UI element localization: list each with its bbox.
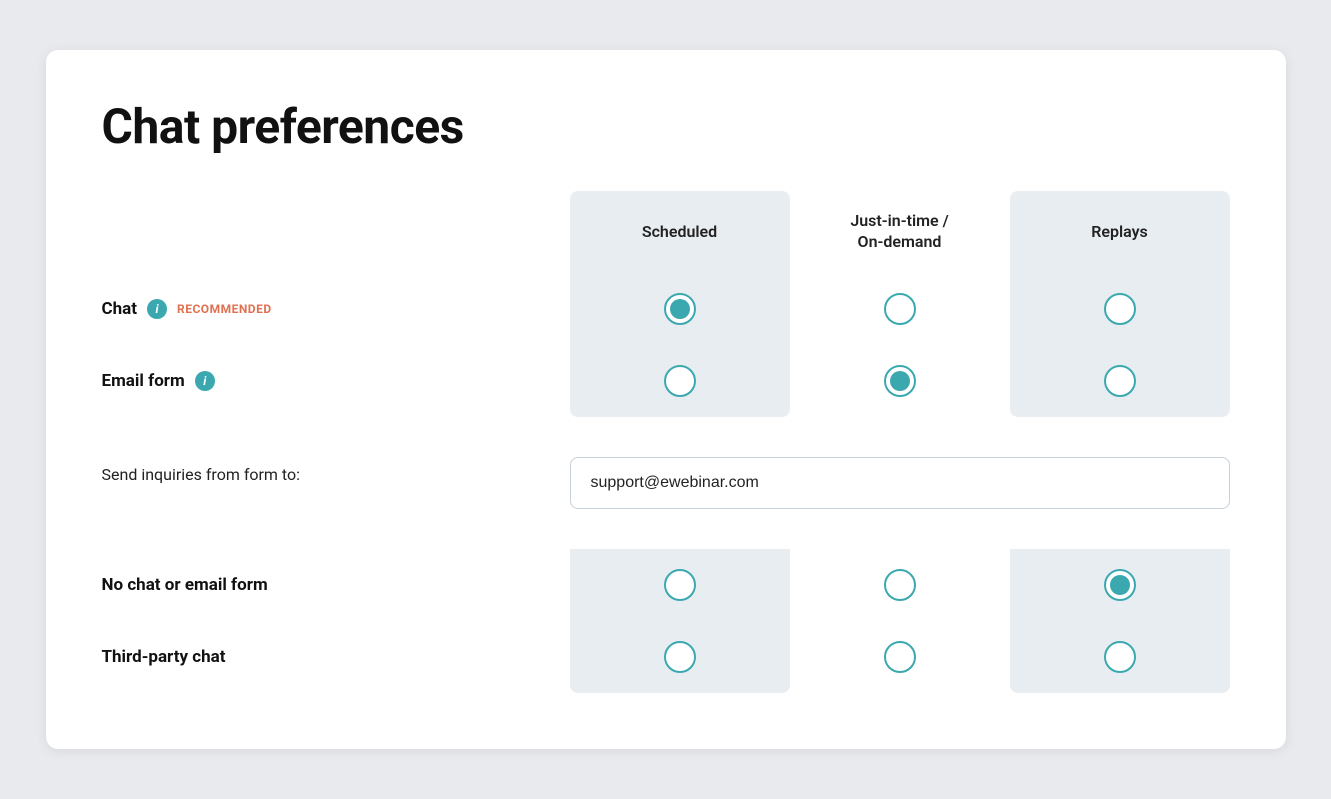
third-party-jit-cell bbox=[790, 621, 1010, 693]
third-party-replays-cell bbox=[1010, 621, 1230, 693]
no-chat-replays-cell bbox=[1010, 549, 1230, 621]
recommended-badge: RECOMMENDED bbox=[177, 302, 272, 316]
chat-scheduled-cell bbox=[570, 273, 790, 345]
email-input[interactable] bbox=[570, 457, 1230, 509]
email-form-row-label: Email form i bbox=[102, 345, 570, 417]
email-replays-cell bbox=[1010, 345, 1230, 417]
no-chat-label-text: No chat or email form bbox=[102, 575, 268, 595]
third-party-scheduled-radio[interactable] bbox=[664, 641, 696, 673]
email-form-label-text: Email form bbox=[102, 371, 185, 391]
third-party-label-text: Third-party chat bbox=[102, 647, 226, 667]
no-chat-jit-cell bbox=[790, 549, 1010, 621]
no-chat-scheduled-cell bbox=[570, 549, 790, 621]
chat-label-text: Chat bbox=[102, 299, 138, 319]
email-input-wrapper bbox=[570, 449, 1230, 517]
third-party-row-label: Third-party chat bbox=[102, 621, 570, 693]
no-chat-replays-radio[interactable] bbox=[1104, 569, 1136, 601]
no-chat-scheduled-radio[interactable] bbox=[664, 569, 696, 601]
no-chat-jit-radio[interactable] bbox=[884, 569, 916, 601]
col-header-jit: Just-in-time /On-demand bbox=[790, 191, 1010, 273]
chat-replays-cell bbox=[1010, 273, 1230, 345]
col-header-scheduled: Scheduled bbox=[570, 191, 790, 273]
section-gap-1 bbox=[102, 417, 1230, 449]
col-header-empty bbox=[102, 191, 570, 273]
email-form-info-icon[interactable]: i bbox=[195, 371, 215, 391]
chat-replays-radio[interactable] bbox=[1104, 293, 1136, 325]
email-jit-cell bbox=[790, 345, 1010, 417]
email-input-label: Send inquiries from form to: bbox=[102, 449, 570, 517]
col-header-replays: Replays bbox=[1010, 191, 1230, 273]
no-chat-replays-radio-inner bbox=[1110, 575, 1130, 595]
email-jit-radio[interactable] bbox=[884, 365, 916, 397]
card: Chat preferences Scheduled Just-in-time … bbox=[46, 50, 1286, 749]
email-scheduled-radio[interactable] bbox=[664, 365, 696, 397]
chat-jit-radio[interactable] bbox=[884, 293, 916, 325]
chat-jit-cell bbox=[790, 273, 1010, 345]
chat-row-label: Chat i RECOMMENDED bbox=[102, 273, 570, 345]
email-scheduled-cell bbox=[570, 345, 790, 417]
chat-scheduled-radio-inner bbox=[670, 299, 690, 319]
no-chat-row-label: No chat or email form bbox=[102, 549, 570, 621]
third-party-replays-radio[interactable] bbox=[1104, 641, 1136, 673]
third-party-jit-radio[interactable] bbox=[884, 641, 916, 673]
prefs-grid: Scheduled Just-in-time /On-demand Replay… bbox=[102, 191, 1230, 693]
email-jit-radio-inner bbox=[890, 371, 910, 391]
section-gap-2 bbox=[102, 517, 1230, 549]
third-party-scheduled-cell bbox=[570, 621, 790, 693]
chat-scheduled-radio[interactable] bbox=[664, 293, 696, 325]
chat-info-icon[interactable]: i bbox=[147, 299, 167, 319]
page-title: Chat preferences bbox=[102, 98, 1230, 155]
email-replays-radio[interactable] bbox=[1104, 365, 1136, 397]
